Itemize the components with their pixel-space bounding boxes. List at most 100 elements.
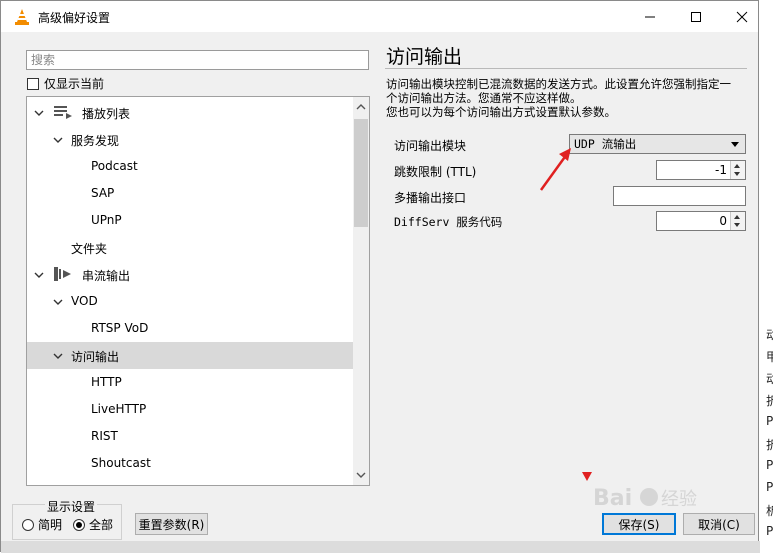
tree-item-shoutcast[interactable]: Shoutcast xyxy=(27,450,353,477)
only-show-current-checkbox[interactable]: 仅显示当前 xyxy=(27,75,104,92)
tree-item-label: HTTP xyxy=(91,375,122,389)
chevron-down-icon[interactable] xyxy=(53,297,63,307)
simple-radio[interactable]: 简明 xyxy=(22,516,62,533)
save-button[interactable]: 保存(S) xyxy=(602,513,676,535)
all-radio[interactable]: 全部 xyxy=(73,516,113,533)
module-selected-value: UDP 流输出 xyxy=(574,137,637,151)
maximize-button[interactable] xyxy=(673,1,719,32)
bg-fragment: 折 xyxy=(766,436,773,453)
reset-preferences-button[interactable]: 重置参数(R) xyxy=(135,513,208,535)
all-label: 全部 xyxy=(89,518,114,532)
bg-fragment: P xyxy=(766,524,773,538)
bg-fragment: P xyxy=(766,414,773,428)
close-button[interactable] xyxy=(719,1,765,32)
chevron-down-icon[interactable] xyxy=(53,351,63,361)
background-taskbar-strip xyxy=(1,541,760,553)
window-title: 高级偏好设置 xyxy=(38,11,111,25)
tree-item-label: RTSP VoD xyxy=(91,321,149,335)
tree-item-playlist[interactable]: 播放列表 xyxy=(27,99,353,126)
bg-fragment: 甲 xyxy=(766,348,773,365)
tree-item-http[interactable]: HTTP xyxy=(27,369,353,396)
tree-item-sap[interactable]: SAP xyxy=(27,180,353,207)
cancel-button[interactable]: 取消(C) xyxy=(683,513,755,535)
description-line: 您也可以为每个访问输出方式设置默认参数。 xyxy=(386,105,616,119)
tree-item-service-discovery[interactable]: 服务发现 xyxy=(27,126,353,153)
annotation-marker-icon xyxy=(582,472,592,481)
scroll-down-icon[interactable] xyxy=(356,471,366,479)
tree-item-podcast[interactable]: Podcast xyxy=(27,153,353,180)
radio-dot[interactable] xyxy=(22,518,34,531)
chevron-down-icon[interactable] xyxy=(34,270,44,280)
description-line: 访问输出模块控制已混流数据的发送方式。此设置允许您强制指定一 xyxy=(386,77,731,91)
bg-fragment: P xyxy=(766,480,773,494)
ttl-value: -1 xyxy=(715,163,727,177)
scroll-up-icon[interactable] xyxy=(356,103,366,111)
save-label: 保存(S) xyxy=(618,517,660,532)
title-divider xyxy=(385,68,747,69)
chevron-down-icon[interactable] xyxy=(53,135,63,145)
spin-down-icon[interactable] xyxy=(734,172,740,176)
bg-fragment: 析 xyxy=(766,502,773,519)
tree-item-label: 播放列表 xyxy=(82,107,131,121)
tree-scrollbar[interactable] xyxy=(353,97,369,485)
tree-item-label: 文件夹 xyxy=(71,242,108,256)
bg-fragment: 动 xyxy=(766,370,773,387)
annotation-arrow-icon xyxy=(539,148,571,191)
bg-fragment: P xyxy=(766,458,773,472)
tree-item-rist[interactable]: RIST xyxy=(27,423,353,450)
tree-item-access-output[interactable]: 访问输出 xyxy=(27,342,353,369)
spin-down-icon[interactable] xyxy=(734,223,740,227)
tree-item-label: 串流输出 xyxy=(82,269,131,283)
tree-item-label: UPnP xyxy=(91,213,122,227)
tree-item-label: Podcast xyxy=(91,159,138,173)
tree-item-vod[interactable]: VOD xyxy=(27,288,353,315)
diffserv-label: DiffServ 服务代码 xyxy=(394,215,503,229)
bg-fragment: 折 xyxy=(766,392,773,409)
tree-item-livehttp[interactable]: LiveHTTP xyxy=(27,396,353,423)
tree-item-upnp[interactable]: UPnP xyxy=(27,207,353,234)
radio-dot-selected[interactable] xyxy=(73,518,85,531)
multicast-interface-field[interactable] xyxy=(613,186,746,206)
checkbox-box[interactable] xyxy=(27,77,39,90)
simple-label: 简明 xyxy=(38,518,63,532)
spin-buttons[interactable] xyxy=(730,161,745,179)
ttl-label: 跳数限制 (TTL) xyxy=(394,165,477,179)
minimize-icon xyxy=(645,16,655,17)
access-output-module-select[interactable]: UDP 流输出 xyxy=(569,134,746,154)
section-description: 访问输出模块控制已混流数据的发送方式。此设置允许您强制指定一 个访问输出方法。您… xyxy=(386,77,756,119)
playlist-icon xyxy=(54,106,72,119)
preferences-window: 高级偏好设置 仅显示当前 播放列表 服务发现 xyxy=(0,0,760,553)
minimize-button[interactable] xyxy=(627,1,673,32)
svg-text:经验: 经验 xyxy=(661,489,697,510)
title-bar: 高级偏好设置 xyxy=(1,1,758,32)
section-title: 访问输出 xyxy=(386,46,463,68)
spin-up-icon[interactable] xyxy=(734,164,740,168)
diffserv-spinbox[interactable]: 0 xyxy=(656,211,746,231)
multicast-label: 多播输出接口 xyxy=(394,191,467,205)
preferences-tree: 播放列表 服务发现 Podcast SAP UPnP 文件夹 串流输出 VOD … xyxy=(26,96,370,486)
search-input[interactable] xyxy=(26,50,369,70)
dropdown-arrow-icon xyxy=(731,142,739,147)
bg-fragment: 动 xyxy=(766,326,773,343)
only-show-current-label: 仅显示当前 xyxy=(44,77,105,91)
tree-item-stream-output[interactable]: 串流输出 xyxy=(27,261,353,288)
module-label: 访问输出模块 xyxy=(394,139,467,153)
svg-text:Bai: Bai xyxy=(593,486,632,511)
tree-item-label: LiveHTTP xyxy=(91,402,147,416)
maximize-icon xyxy=(691,11,701,22)
diffserv-value: 0 xyxy=(719,214,727,228)
spin-up-icon[interactable] xyxy=(734,215,740,219)
chevron-down-icon[interactable] xyxy=(34,108,44,118)
tree-item-label: VOD xyxy=(71,294,98,308)
tree-item-folder[interactable]: 文件夹 xyxy=(27,234,353,261)
cancel-label: 取消(C) xyxy=(698,517,740,532)
tree-item-rtsp-vod[interactable]: RTSP VoD xyxy=(27,315,353,342)
tree-item-label: Shoutcast xyxy=(91,456,151,470)
tree-item-label: SAP xyxy=(91,186,115,200)
reset-label: 重置参数(R) xyxy=(138,517,205,532)
spin-buttons[interactable] xyxy=(730,212,745,230)
ttl-spinbox[interactable]: -1 xyxy=(656,160,746,180)
scrollbar-thumb[interactable] xyxy=(354,119,368,227)
close-icon xyxy=(736,11,748,22)
tree-item-label: 服务发现 xyxy=(71,134,120,148)
